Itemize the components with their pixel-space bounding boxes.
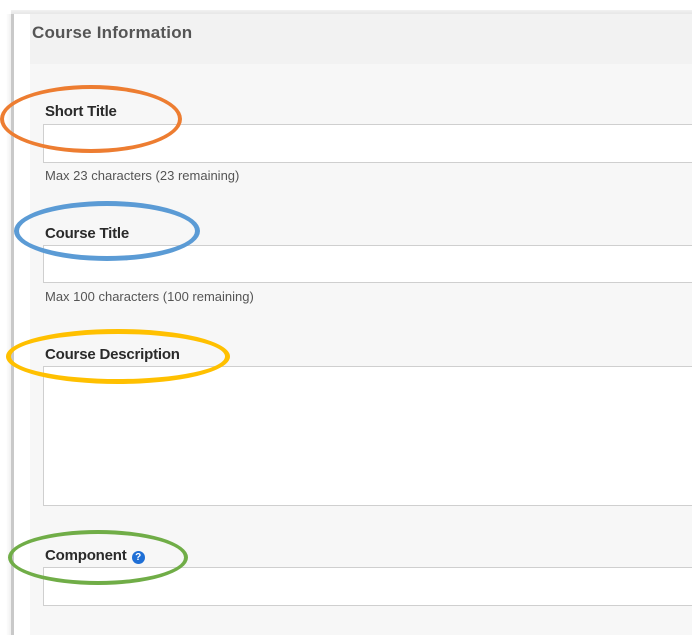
course-title-annotation-ellipse (14, 201, 200, 261)
course-description-annotation-ellipse (6, 329, 230, 384)
course-information-page: Course Information Short Title Max 23 ch… (0, 0, 692, 635)
section-header: Course Information (30, 14, 692, 64)
course-title-hint: Max 100 characters (100 remaining) (45, 289, 254, 304)
section-title: Course Information (32, 23, 193, 42)
component-annotation-ellipse (8, 530, 188, 585)
course-description-textarea[interactable] (43, 366, 692, 506)
short-title-annotation-ellipse (0, 85, 182, 153)
short-title-hint: Max 23 characters (23 remaining) (45, 168, 240, 183)
